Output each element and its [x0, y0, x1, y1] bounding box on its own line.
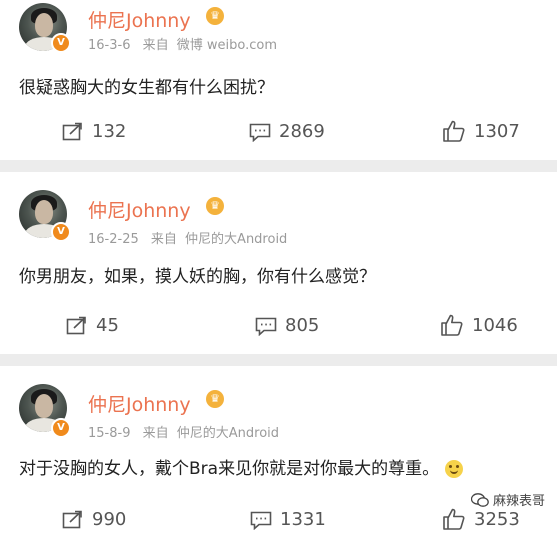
post-via: 来自: [142, 426, 169, 441]
like-count: 1046: [472, 314, 518, 336]
repost-count: 990: [92, 509, 127, 530]
repost-icon: [66, 316, 86, 334]
like-icon: [443, 508, 465, 530]
repost-count: 45: [96, 315, 119, 336]
like-icon: [441, 314, 463, 336]
username[interactable]: 仲尼Johnny: [88, 390, 191, 417]
verified-badge-icon: V: [51, 33, 71, 53]
comment-icon: [250, 511, 272, 530]
watermark-text: 麻辣表哥: [492, 494, 545, 509]
watermark: 麻辣表哥: [466, 488, 549, 511]
repost-count: 132: [92, 121, 127, 142]
repost-button[interactable]: 45: [66, 315, 119, 336]
post-meta: 15-8-9 来自 仲尼的大Android: [88, 422, 279, 441]
post-via: 来自: [150, 232, 177, 247]
post-meta: 16-2-25 来自 仲尼的大Android: [88, 228, 287, 247]
comment-button[interactable]: 1331: [250, 509, 326, 530]
post-date: 15-8-9: [88, 426, 131, 441]
repost-icon: [62, 122, 82, 140]
repost-icon: [62, 510, 82, 528]
username[interactable]: 仲尼Johnny: [88, 196, 191, 223]
comment-count: 805: [285, 315, 320, 336]
post-meta: 16-3-6 来自 微博 weibo.com: [88, 34, 277, 53]
crown-icon: ♛: [206, 197, 224, 215]
comment-count: 2869: [279, 121, 325, 142]
crown-icon: ♛: [206, 7, 224, 25]
like-button[interactable]: 1046: [440, 313, 518, 337]
crown-icon: ♛: [206, 390, 224, 408]
post-text-container: 对于没胸的女人，戴个Bra来见你就是对你最大的尊重。: [19, 454, 464, 479]
verified-badge-icon: V: [51, 418, 71, 438]
post-source: 仲尼的大Android: [185, 232, 288, 247]
like-icon: [443, 120, 465, 142]
comment-icon: [255, 317, 277, 336]
like-count: 1307: [474, 120, 520, 142]
verified-badge-icon: V: [51, 222, 71, 242]
comment-count: 1331: [280, 509, 326, 530]
repost-button[interactable]: 990: [62, 509, 126, 530]
post-text: 你男朋友，如果，摸人妖的胸，你有什么感觉？: [19, 267, 376, 287]
post-text: 很疑惑胸大的女生都有什么困扰？: [19, 78, 274, 98]
post-source: 微博 weibo.com: [176, 38, 278, 53]
like-button[interactable]: 1307: [442, 119, 520, 143]
smile-emoji-icon: [445, 460, 464, 478]
post-date: 16-2-25: [88, 232, 139, 247]
username[interactable]: 仲尼Johnny: [88, 6, 191, 33]
repost-button[interactable]: 132: [62, 121, 126, 142]
post-date: 16-3-6: [88, 38, 131, 53]
wechat-icon: [470, 492, 489, 507]
like-count: 3253: [474, 508, 520, 530]
weibo-post: V 仲尼Johnny ♛ 16-2-25 来自 仲尼的大Android 你男朋友…: [0, 172, 557, 354]
comment-button[interactable]: 2869: [249, 121, 325, 142]
comment-icon: [249, 123, 271, 142]
post-via: 来自: [142, 38, 169, 53]
post-text: 对于没胸的女人，戴个Bra来见你就是对你最大的尊重。: [19, 459, 440, 479]
comment-button[interactable]: 805: [255, 315, 319, 336]
weibo-post: V 仲尼Johnny ♛ 16-3-6 来自 微博 weibo.com 很疑惑胸…: [0, 0, 557, 160]
post-source: 仲尼的大Android: [176, 426, 280, 441]
